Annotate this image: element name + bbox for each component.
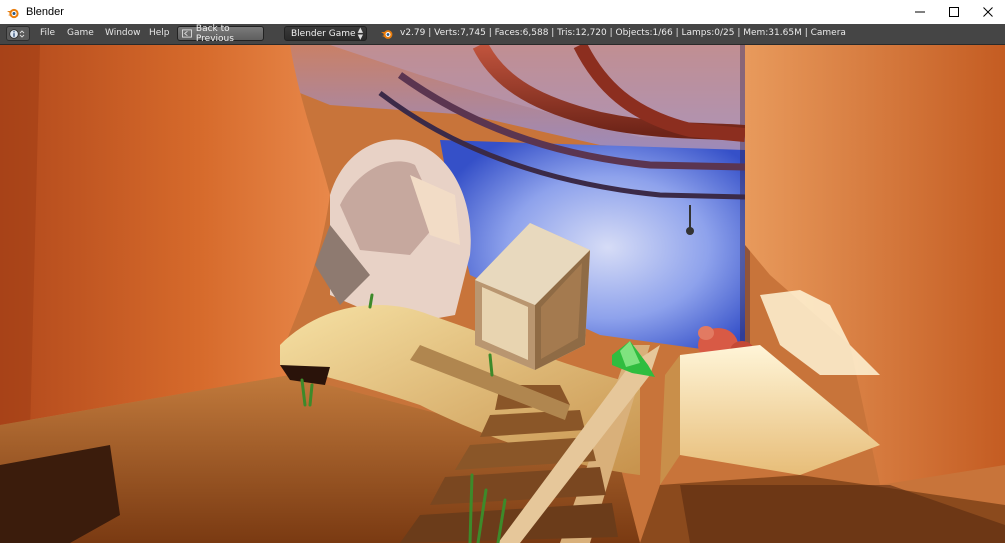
window-title: Blender xyxy=(26,6,64,18)
back-to-previous-button[interactable]: Back to Previous xyxy=(177,23,264,44)
info-header: File Game Window Help Back to Previous B… xyxy=(0,24,1005,45)
scene-statistics: v2.79 | Verts:7,745 | Faces:6,588 | Tris… xyxy=(400,28,846,38)
minimize-button[interactable] xyxy=(903,0,937,24)
render-engine-select[interactable]: Blender Game ▲ ▼ xyxy=(284,26,367,41)
maximize-button[interactable] xyxy=(937,0,971,24)
blender-app-icon xyxy=(6,5,20,19)
info-icon xyxy=(9,28,19,39)
close-icon xyxy=(983,7,993,17)
chevron-updown-icon xyxy=(19,29,25,38)
chevron-updown-icon: ▲ ▼ xyxy=(357,26,363,41)
menu-file[interactable]: File xyxy=(40,28,55,38)
window-controls xyxy=(903,0,1005,24)
blender-logo-icon xyxy=(380,27,394,41)
game-scene-render xyxy=(0,45,1005,543)
3d-viewport[interactable] xyxy=(0,45,1005,543)
render-engine-value: Blender Game xyxy=(291,28,356,39)
editor-type-selector[interactable] xyxy=(6,26,30,41)
menu-game[interactable]: Game xyxy=(67,28,94,38)
maximize-icon xyxy=(949,7,959,17)
close-button[interactable] xyxy=(971,0,1005,24)
menu-help[interactable]: Help xyxy=(149,28,170,38)
screen-back-icon xyxy=(182,29,192,38)
window-titlebar: Blender xyxy=(0,0,1005,25)
back-to-previous-label: Back to Previous xyxy=(195,23,234,44)
minimize-icon xyxy=(915,11,925,13)
menu-window[interactable]: Window xyxy=(105,28,141,38)
